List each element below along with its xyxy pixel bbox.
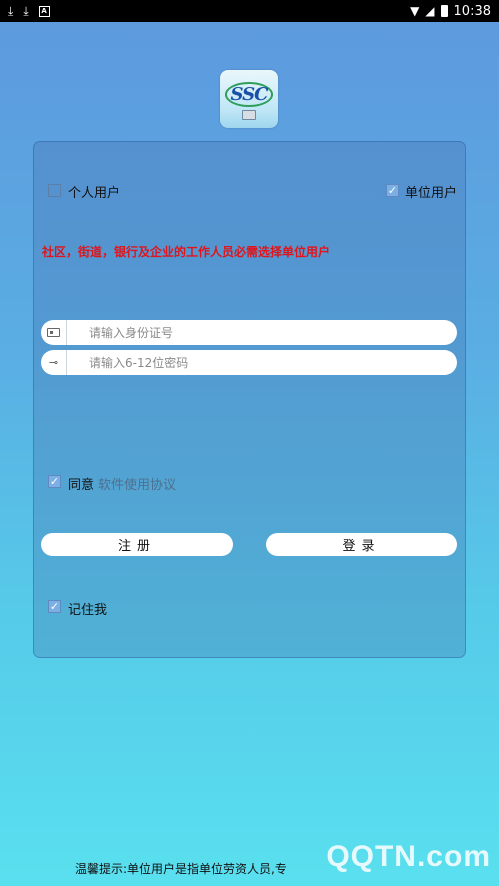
check-icon: ✓ <box>49 600 60 613</box>
unit-user-checkbox[interactable]: ✓ <box>386 184 399 197</box>
id-card-icon <box>41 320 67 345</box>
id-input-wrapper <box>41 320 457 345</box>
unit-user-label[interactable]: 单位用户 <box>405 182 457 201</box>
remember-label[interactable]: 记住我 <box>68 599 107 618</box>
watermark-logo: QQTN.com <box>326 840 491 873</box>
download-icon: ⤓ <box>8 4 14 18</box>
logo-text: SSC <box>224 82 274 107</box>
login-button[interactable]: 登录 <box>266 533 457 556</box>
status-bar: ⤓ ⤓ A ▼ ◢ 10:38 <box>0 0 499 22</box>
software-agreement-link[interactable]: 软件使用协议 <box>98 478 176 493</box>
check-icon: ✓ <box>387 184 398 197</box>
password-input-wrapper: ⊸ <box>41 350 457 375</box>
agree-checkbox[interactable]: ✓ <box>48 475 61 488</box>
agree-label: 同意 <box>68 478 95 493</box>
footer-tip: 温馨提示:单位用户是指单位劳资人员,专 <box>75 862 287 876</box>
download-icon: ⤓ <box>23 4 29 18</box>
check-icon: ✓ <box>49 475 60 488</box>
warning-text: 社区，街道，银行及企业的工作人员必需选择单位用户 <box>42 245 331 259</box>
login-panel <box>33 141 466 658</box>
remember-checkbox[interactable]: ✓ <box>48 600 61 613</box>
card-icon <box>242 110 256 120</box>
status-right: ▼ ◢ 10:38 <box>410 4 491 19</box>
personal-user-checkbox[interactable] <box>48 184 61 197</box>
agreement-row: 同意 软件使用协议 <box>68 474 176 493</box>
status-left: ⤓ ⤓ A <box>8 5 50 17</box>
image-icon: A <box>38 5 50 17</box>
wifi-icon: ▼ <box>410 4 420 18</box>
key-icon: ⊸ <box>41 350 67 375</box>
signal-icon: ◢ <box>425 4 435 18</box>
app-logo: SSC <box>220 70 278 128</box>
status-time: 10:38 <box>453 3 491 19</box>
password-input[interactable] <box>67 350 457 375</box>
id-number-input[interactable] <box>67 320 457 345</box>
battery-icon <box>440 5 448 17</box>
register-button[interactable]: 注册 <box>41 533 233 556</box>
personal-user-label[interactable]: 个人用户 <box>68 182 120 201</box>
